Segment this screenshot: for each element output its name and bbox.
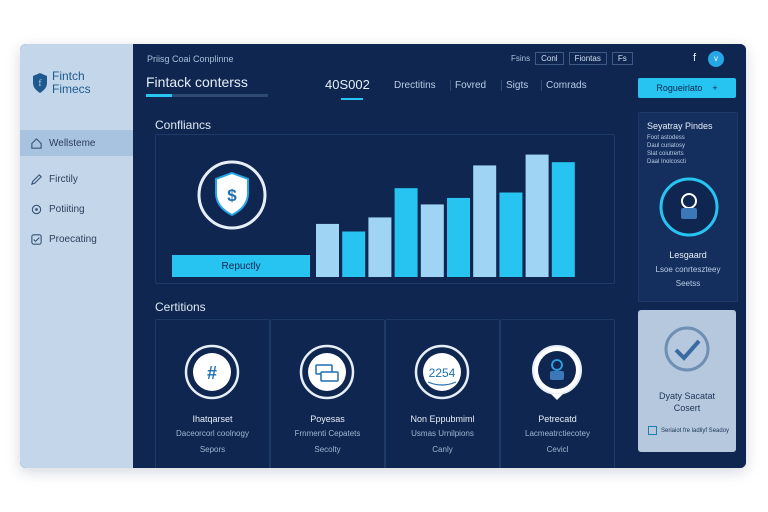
- top-controls: Fsins Conl Fiontas Fs: [511, 52, 633, 65]
- top-box-conl[interactable]: Conl: [535, 52, 564, 65]
- checkbox-icon[interactable]: [648, 426, 657, 435]
- sidebar-item-potiiting[interactable]: Potiiting: [20, 196, 133, 222]
- card-status: Cevicl: [546, 445, 569, 454]
- home-icon: [31, 137, 42, 149]
- sidebar-item-label: Proecating: [49, 233, 97, 245]
- card-subtitle: Daceorcorl coolnogy: [176, 429, 249, 438]
- card-subtitle: Usmas Urnilpions: [411, 429, 474, 438]
- certificate-icon: 2254: [414, 344, 470, 400]
- svg-text:#: #: [207, 363, 217, 383]
- verified-title-line1: Dyaty Sacatat: [658, 391, 716, 401]
- code-indicator: [341, 98, 363, 100]
- tab-comrads[interactable]: Comrads: [541, 80, 591, 91]
- verified-title: Dyaty Sacatat Cosert: [638, 390, 736, 414]
- verified-title-line2: Cosert: [673, 403, 701, 413]
- sidebar-item-label: Firctily: [49, 173, 78, 185]
- list-item: Foot astodess: [647, 135, 685, 141]
- register-button[interactable]: Rogueirlato +: [638, 78, 736, 98]
- lock-user-icon: [659, 177, 719, 237]
- bar: [420, 204, 444, 277]
- list-item: Slat coiutrerts: [647, 151, 684, 157]
- bar: [551, 162, 575, 277]
- bar: [368, 217, 392, 277]
- card-title: Ihatqarset: [192, 414, 233, 424]
- sidebar-item-firctily[interactable]: Firctily: [20, 166, 133, 192]
- security-panel: Seyatray Pindes Foot astodess Daul curia…: [638, 112, 738, 302]
- code-display: 40S002: [325, 77, 370, 92]
- certificate-badge: 2254: [429, 366, 456, 380]
- verified-footer: Seriaiot fre ladliyf Seadoy: [648, 426, 729, 435]
- hash-icon: #: [184, 344, 240, 400]
- bar: [473, 165, 497, 277]
- compliance-chart-panel: $ Repuctly: [155, 134, 615, 284]
- sidebar: f Fintch Fimecs Wellsteme Firctily Potii…: [20, 44, 133, 468]
- card-subtitle: Lacmeatrctiecotey: [525, 429, 590, 438]
- card-title: Petrecatd: [538, 414, 577, 424]
- certification-card[interactable]: 2254 Non Eppubmiml Usmas Urnilpions Canl…: [385, 319, 500, 468]
- card-status: Sepors: [199, 445, 226, 454]
- brand-line2: Fimecs: [52, 82, 91, 96]
- card-status: Canly: [432, 445, 453, 454]
- card-icon: [299, 344, 355, 400]
- app-window: f Fintch Fimecs Wellsteme Firctily Potii…: [20, 44, 746, 468]
- top-label: Fsins: [511, 54, 531, 63]
- main-area: Priisg Coai Conplinne Fintack conterss 4…: [133, 44, 746, 468]
- top-box-fiontas[interactable]: Fiontas: [568, 52, 607, 65]
- compliance-bar-chart: [316, 154, 575, 277]
- card-status: Secolty: [314, 445, 341, 454]
- security-meta: Seetss: [675, 279, 701, 288]
- settings-icon: [31, 204, 42, 214]
- tab-fovred[interactable]: Fovred: [450, 80, 490, 91]
- tab-sigts[interactable]: Sigts: [501, 80, 532, 91]
- breadcrumb[interactable]: Priisg Coai Conplinne: [147, 54, 234, 64]
- bar: [447, 197, 470, 277]
- bar: [316, 223, 339, 277]
- plus-icon: +: [712, 83, 718, 93]
- user-pin-icon: [532, 345, 582, 400]
- sidebar-item-proecating[interactable]: Proecating: [20, 226, 133, 252]
- top-box-fs[interactable]: Fs: [611, 52, 633, 65]
- check-icon: [31, 233, 42, 245]
- bar: [525, 154, 549, 277]
- tab-drectitins[interactable]: Drectitins: [390, 80, 440, 91]
- certification-card[interactable]: Petrecatd Lacmeatrctiecotey Cevicl: [500, 319, 615, 468]
- certification-card[interactable]: # Ihatqarset Daceorcorl coolnogy Sepors: [155, 319, 270, 468]
- f-icon[interactable]: f: [693, 52, 696, 64]
- bar: [394, 188, 418, 277]
- sidebar-item-label: Potiiting: [49, 203, 85, 215]
- register-button-label: Rogueirlato: [656, 83, 703, 93]
- checkmark-circle-icon: [664, 326, 710, 372]
- bar: [499, 192, 523, 277]
- security-detail: Lsoe conrteszteey: [655, 265, 721, 274]
- card-title: Non Eppubmiml: [410, 414, 475, 424]
- certifications-title: Certitions: [155, 300, 206, 314]
- certification-card[interactable]: Poyesas Frnmenti Cepatets Secolty: [270, 319, 385, 468]
- title-progress: [146, 94, 268, 97]
- compliance-title: Confliancs: [155, 118, 212, 132]
- avatar[interactable]: v: [708, 51, 724, 67]
- card-title: Poyesas: [310, 414, 345, 424]
- card-subtitle: Frnmenti Cepatets: [294, 429, 361, 438]
- sidebar-item-wellsteme[interactable]: Wellsteme: [20, 130, 133, 156]
- app-title: Fintack conterss: [146, 74, 248, 90]
- edit-icon: [30, 173, 42, 185]
- verified-footer-text: Seriaiot fre ladliyf Seadoy: [661, 427, 730, 434]
- list-item: Daal Inolcoscti: [647, 159, 687, 165]
- verified-panel[interactable]: Dyaty Sacatat Cosert Seriaiot fre ladliy…: [638, 310, 736, 452]
- security-status: Lesgaard: [669, 250, 707, 260]
- security-panel-title: Seyatray Pindes: [647, 121, 713, 131]
- brand[interactable]: f Fintch Fimecs: [32, 70, 91, 96]
- sidebar-item-label: Wellsteme: [49, 137, 96, 149]
- list-item: Daul curiatosy: [647, 143, 686, 149]
- shield-logo-icon: f: [33, 73, 47, 93]
- svg-text:f: f: [39, 78, 42, 88]
- bar: [342, 231, 366, 277]
